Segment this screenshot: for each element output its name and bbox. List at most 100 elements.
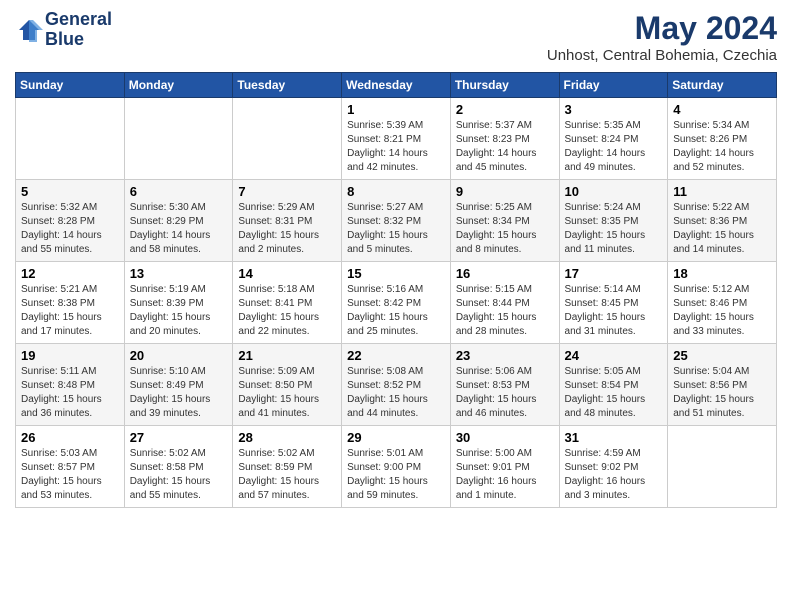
calendar-cell: 3 Sunrise: 5:35 AM Sunset: 8:24 PM Daylig…: [559, 98, 668, 180]
calendar-cell: 8 Sunrise: 5:27 AM Sunset: 8:32 PM Daylig…: [342, 180, 451, 262]
day-info: Sunrise: 5:34 AM Sunset: 8:26 PM Dayligh…: [673, 119, 771, 175]
calendar-cell: 4 Sunrise: 5:34 AM Sunset: 8:26 PM Daylig…: [668, 98, 777, 180]
day-info: Sunrise: 5:02 AM Sunset: 8:58 PM Dayligh…: [130, 447, 228, 503]
day-info: Sunrise: 5:16 AM Sunset: 8:42 PM Dayligh…: [347, 283, 445, 339]
day-number: 24: [565, 348, 663, 363]
day-number: 21: [238, 348, 336, 363]
day-number: 18: [673, 266, 771, 281]
calendar-week-row: 19 Sunrise: 5:11 AM Sunset: 8:48 PM Dayli…: [16, 344, 777, 426]
calendar-cell: [124, 98, 233, 180]
calendar-cell: 21 Sunrise: 5:09 AM Sunset: 8:50 PM Dayli…: [233, 344, 342, 426]
weekday-header: Tuesday: [233, 73, 342, 98]
day-number: 12: [21, 266, 119, 281]
day-number: 30: [456, 430, 554, 445]
weekday-header: Sunday: [16, 73, 125, 98]
day-number: 19: [21, 348, 119, 363]
day-info: Sunrise: 5:27 AM Sunset: 8:32 PM Dayligh…: [347, 201, 445, 257]
day-number: 14: [238, 266, 336, 281]
day-number: 23: [456, 348, 554, 363]
day-number: 2: [456, 102, 554, 117]
day-number: 31: [565, 430, 663, 445]
calendar-cell: 25Sunrise: 5:04 AM Sunset: 8:56 PM Dayli…: [668, 344, 777, 426]
calendar-cell: 31Sunrise: 4:59 AM Sunset: 9:02 PM Dayli…: [559, 426, 668, 508]
calendar-week-row: 5Sunrise: 5:32 AM Sunset: 8:28 PM Daylig…: [16, 180, 777, 262]
day-number: 20: [130, 348, 228, 363]
day-number: 9: [456, 184, 554, 199]
day-info: Sunrise: 5:02 AM Sunset: 8:59 PM Dayligh…: [238, 447, 336, 503]
calendar-cell: 18 Sunrise: 5:12 AM Sunset: 8:46 PM Dayli…: [668, 262, 777, 344]
day-number: 3: [565, 102, 663, 117]
calendar-cell: 27 Sunrise: 5:02 AM Sunset: 8:58 PM Dayli…: [124, 426, 233, 508]
day-number: 11: [673, 184, 771, 199]
logo-text: General Blue: [45, 10, 112, 50]
day-info: Sunrise: 5:00 AM Sunset: 9:01 PM Dayligh…: [456, 447, 554, 503]
day-info: Sunrise: 5:06 AM Sunset: 8:53 PM Dayligh…: [456, 365, 554, 421]
calendar-cell: 17 Sunrise: 5:14 AM Sunset: 8:45 PM Dayli…: [559, 262, 668, 344]
day-info: Sunrise: 5:12 AM Sunset: 8:46 PM Dayligh…: [673, 283, 771, 339]
day-number: 1: [347, 102, 445, 117]
day-number: 26: [21, 430, 119, 445]
day-number: 22: [347, 348, 445, 363]
day-number: 28: [238, 430, 336, 445]
day-info: Sunrise: 5:03 AM Sunset: 8:57 PM Dayligh…: [21, 447, 119, 503]
calendar-cell: 12 Sunrise: 5:21 AM Sunset: 8:38 PM Dayli…: [16, 262, 125, 344]
day-info: Sunrise: 5:37 AM Sunset: 8:23 PM Dayligh…: [456, 119, 554, 175]
day-info: Sunrise: 5:04 AM Sunset: 8:56 PM Dayligh…: [673, 365, 771, 421]
calendar-cell: 14 Sunrise: 5:18 AM Sunset: 8:41 PM Dayli…: [233, 262, 342, 344]
calendar-week-row: 1Sunrise: 5:39 AM Sunset: 8:21 PM Daylig…: [16, 98, 777, 180]
day-number: 4: [673, 102, 771, 117]
day-info: Sunrise: 5:24 AM Sunset: 8:35 PM Dayligh…: [565, 201, 663, 257]
calendar-cell: 10 Sunrise: 5:24 AM Sunset: 8:35 PM Dayli…: [559, 180, 668, 262]
location: Unhost, Central Bohemia, Czechia: [547, 47, 777, 64]
day-number: 13: [130, 266, 228, 281]
calendar-cell: 13Sunrise: 5:19 AM Sunset: 8:39 PM Dayli…: [124, 262, 233, 344]
day-info: Sunrise: 5:10 AM Sunset: 8:49 PM Dayligh…: [130, 365, 228, 421]
calendar-cell: 15 Sunrise: 5:16 AM Sunset: 8:42 PM Dayli…: [342, 262, 451, 344]
calendar-header: SundayMondayTuesdayWednesdayThursdayFrid…: [16, 73, 777, 98]
day-info: Sunrise: 5:15 AM Sunset: 8:44 PM Dayligh…: [456, 283, 554, 339]
logo-line2: Blue: [45, 30, 112, 50]
day-info: Sunrise: 5:18 AM Sunset: 8:41 PM Dayligh…: [238, 283, 336, 339]
calendar-cell: 1Sunrise: 5:39 AM Sunset: 8:21 PM Daylig…: [342, 98, 451, 180]
calendar-cell: 11Sunrise: 5:22 AM Sunset: 8:36 PM Dayli…: [668, 180, 777, 262]
calendar-cell: 28 Sunrise: 5:02 AM Sunset: 8:59 PM Dayli…: [233, 426, 342, 508]
calendar-cell: 30 Sunrise: 5:00 AM Sunset: 9:01 PM Dayli…: [450, 426, 559, 508]
day-info: Sunrise: 5:05 AM Sunset: 8:54 PM Dayligh…: [565, 365, 663, 421]
weekday-header: Friday: [559, 73, 668, 98]
day-number: 16: [456, 266, 554, 281]
calendar-week-row: 26 Sunrise: 5:03 AM Sunset: 8:57 PM Dayli…: [16, 426, 777, 508]
day-info: Sunrise: 5:11 AM Sunset: 8:48 PM Dayligh…: [21, 365, 119, 421]
calendar-cell: 24 Sunrise: 5:05 AM Sunset: 8:54 PM Dayli…: [559, 344, 668, 426]
calendar-cell: [233, 98, 342, 180]
calendar-cell: 20 Sunrise: 5:10 AM Sunset: 8:49 PM Dayli…: [124, 344, 233, 426]
calendar-cell: [16, 98, 125, 180]
day-number: 8: [347, 184, 445, 199]
calendar: SundayMondayTuesdayWednesdayThursdayFrid…: [15, 72, 777, 508]
calendar-cell: 6Sunrise: 5:30 AM Sunset: 8:29 PM Daylig…: [124, 180, 233, 262]
day-number: 10: [565, 184, 663, 199]
calendar-cell: 7 Sunrise: 5:29 AM Sunset: 8:31 PM Daylig…: [233, 180, 342, 262]
weekday-row: SundayMondayTuesdayWednesdayThursdayFrid…: [16, 73, 777, 98]
logo-line1: General: [45, 10, 112, 30]
logo-icon: [15, 16, 43, 44]
day-number: 17: [565, 266, 663, 281]
calendar-week-row: 12 Sunrise: 5:21 AM Sunset: 8:38 PM Dayli…: [16, 262, 777, 344]
day-info: Sunrise: 5:21 AM Sunset: 8:38 PM Dayligh…: [21, 283, 119, 339]
day-number: 7: [238, 184, 336, 199]
day-number: 27: [130, 430, 228, 445]
calendar-cell: 22 Sunrise: 5:08 AM Sunset: 8:52 PM Dayli…: [342, 344, 451, 426]
day-info: Sunrise: 5:29 AM Sunset: 8:31 PM Dayligh…: [238, 201, 336, 257]
day-info: Sunrise: 5:32 AM Sunset: 8:28 PM Dayligh…: [21, 201, 119, 257]
day-info: Sunrise: 5:35 AM Sunset: 8:24 PM Dayligh…: [565, 119, 663, 175]
calendar-cell: 29Sunrise: 5:01 AM Sunset: 9:00 PM Dayli…: [342, 426, 451, 508]
calendar-cell: 9Sunrise: 5:25 AM Sunset: 8:34 PM Daylig…: [450, 180, 559, 262]
calendar-cell: [668, 426, 777, 508]
day-number: 15: [347, 266, 445, 281]
day-info: Sunrise: 5:09 AM Sunset: 8:50 PM Dayligh…: [238, 365, 336, 421]
calendar-cell: 2 Sunrise: 5:37 AM Sunset: 8:23 PM Daylig…: [450, 98, 559, 180]
calendar-cell: 26 Sunrise: 5:03 AM Sunset: 8:57 PM Dayli…: [16, 426, 125, 508]
header: General Blue May 2024 Unhost, Central Bo…: [15, 10, 777, 64]
day-info: Sunrise: 5:08 AM Sunset: 8:52 PM Dayligh…: [347, 365, 445, 421]
day-info: Sunrise: 5:14 AM Sunset: 8:45 PM Dayligh…: [565, 283, 663, 339]
weekday-header: Thursday: [450, 73, 559, 98]
